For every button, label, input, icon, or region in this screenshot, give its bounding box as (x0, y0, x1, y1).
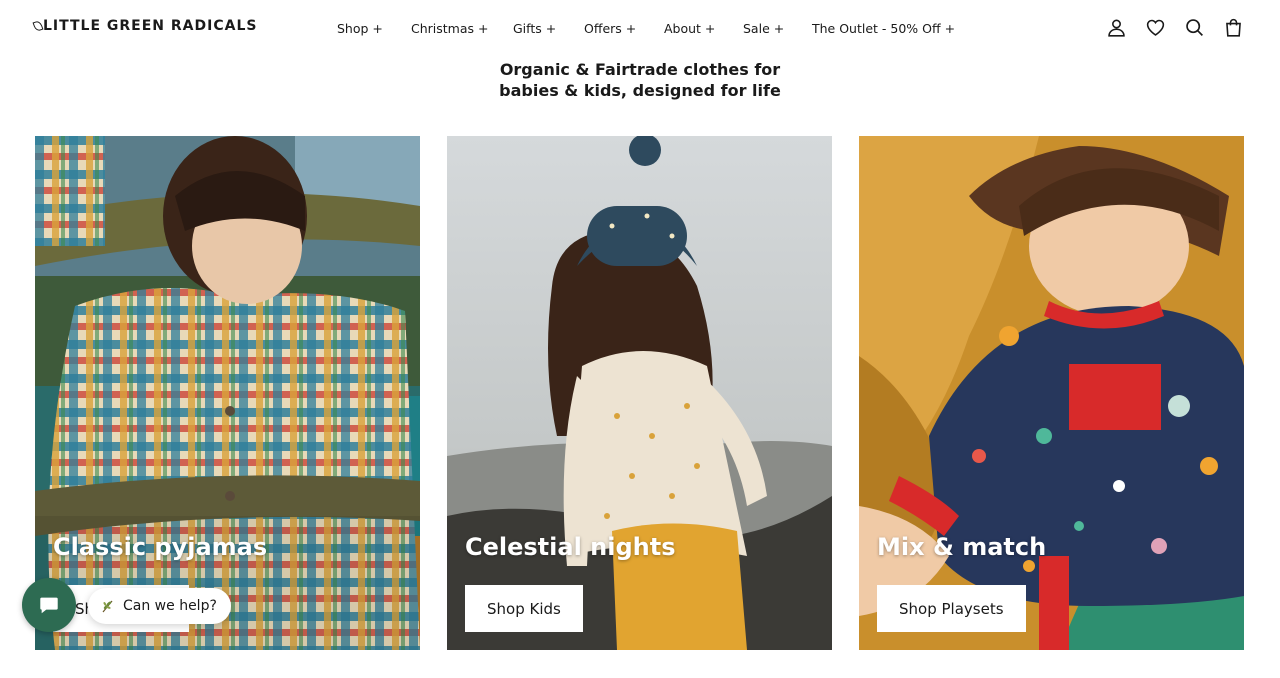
tagline: Organic & Fairtrade clothes for babies &… (0, 59, 1280, 101)
leaf-icon (32, 19, 44, 33)
tagline-line-2: babies & kids, designed for life (499, 81, 781, 100)
shop-playsets-button[interactable]: Shop Playsets (877, 585, 1026, 632)
cart-bag-icon[interactable] (1223, 17, 1244, 38)
card-title: Classic pyjamas (53, 533, 268, 561)
chat-icon (40, 597, 58, 614)
site-header: LITTLE GREEN RADICALS Shop + Christmas +… (0, 0, 1280, 58)
nav-about[interactable]: About + (664, 21, 743, 36)
page-bottom-edge (0, 664, 1280, 678)
card-title: Celestial nights (465, 533, 676, 561)
logo-text: LITTLE GREEN RADICALS (43, 18, 258, 34)
chat-help-prompt[interactable]: Can we help? (88, 588, 231, 624)
tagline-line-1: Organic & Fairtrade clothes for (499, 60, 781, 79)
wishlist-heart-icon[interactable] (1145, 17, 1166, 38)
nav-christmas[interactable]: Christmas + (411, 21, 513, 36)
sprig-icon (102, 600, 113, 613)
mix-and-match-photo (859, 136, 1244, 650)
promo-card-celestial-nights[interactable]: Celestial nights Shop Kids (447, 136, 832, 650)
promo-card-classic-pyjamas[interactable]: Classic pyjamas Shop Winter (35, 136, 420, 650)
card-title: Mix & match (877, 533, 1047, 561)
main-nav: Shop + Christmas + Gifts + Offers + Abou… (337, 21, 955, 36)
nav-shop[interactable]: Shop + (337, 21, 411, 36)
classic-pyjamas-photo (35, 136, 420, 650)
celestial-nights-photo (447, 136, 832, 650)
nav-the-outlet[interactable]: The Outlet - 50% Off + (812, 21, 955, 36)
chat-launcher-button[interactable] (22, 578, 76, 632)
search-icon[interactable] (1184, 17, 1205, 38)
header-icons (1106, 17, 1244, 38)
nav-offers[interactable]: Offers + (584, 21, 664, 36)
site-logo[interactable]: LITTLE GREEN RADICALS (32, 18, 258, 34)
nav-gifts[interactable]: Gifts + (513, 21, 584, 36)
promo-card-mix-and-match[interactable]: Mix & match Shop Playsets (859, 136, 1244, 650)
chat-prompt-text: Can we help? (123, 598, 217, 614)
account-icon[interactable] (1106, 17, 1127, 38)
nav-sale[interactable]: Sale + (743, 21, 812, 36)
shop-kids-button[interactable]: Shop Kids (465, 585, 583, 632)
